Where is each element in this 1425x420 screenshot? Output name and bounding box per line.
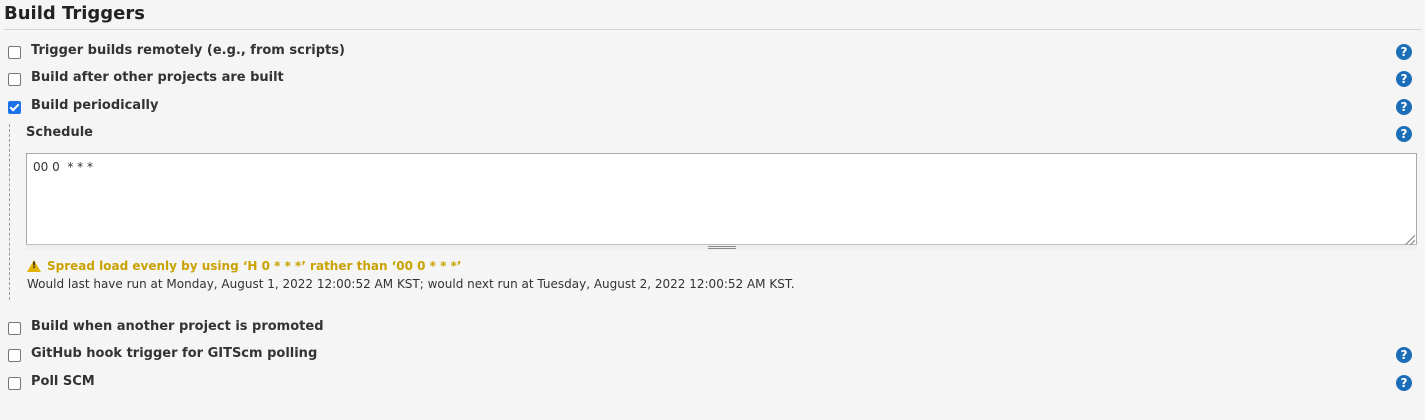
github-hook-label[interactable]: GitHub hook trigger for GITScm polling bbox=[31, 346, 317, 361]
trigger-remote-checkbox[interactable] bbox=[8, 46, 21, 59]
help-icon[interactable]: ? bbox=[1396, 347, 1412, 363]
poll-scm-row: Poll SCM bbox=[0, 372, 1425, 396]
help-icon[interactable]: ? bbox=[1396, 99, 1412, 115]
help-icon[interactable]: ? bbox=[1396, 71, 1412, 87]
help-icon[interactable]: ? bbox=[1396, 375, 1412, 391]
promoted-row: Build when another project is promoted bbox=[0, 317, 1425, 341]
trigger-remote-row: Trigger builds remotely (e.g., from scri… bbox=[0, 41, 1425, 65]
trigger-remote-label[interactable]: Trigger builds remotely (e.g., from scri… bbox=[31, 43, 345, 58]
nested-section-guide bbox=[9, 124, 11, 300]
build-periodically-row: Build periodically bbox=[0, 96, 1425, 120]
schedule-note: Would last have run at Monday, August 1,… bbox=[27, 277, 795, 291]
github-hook-checkbox[interactable] bbox=[8, 349, 21, 362]
build-periodically-checkbox[interactable] bbox=[8, 101, 21, 114]
grip-icon[interactable] bbox=[708, 246, 736, 249]
schedule-label: Schedule bbox=[26, 125, 93, 140]
build-after-row: Build after other projects are built bbox=[0, 68, 1425, 92]
resize-corner-icon[interactable] bbox=[1405, 235, 1415, 245]
section-divider bbox=[4, 29, 1421, 30]
section-title: Build Triggers bbox=[4, 3, 145, 24]
build-after-label[interactable]: Build after other projects are built bbox=[31, 70, 284, 85]
schedule-warning: Spread load evenly by using ‘H 0 * * *’ … bbox=[27, 258, 461, 273]
promoted-label[interactable]: Build when another project is promoted bbox=[31, 319, 324, 334]
github-hook-row: GitHub hook trigger for GITScm polling bbox=[0, 344, 1425, 368]
promoted-checkbox[interactable] bbox=[8, 322, 21, 335]
build-after-checkbox[interactable] bbox=[8, 73, 21, 86]
help-icon[interactable]: ? bbox=[1396, 126, 1412, 142]
help-icon[interactable]: ? bbox=[1396, 44, 1412, 60]
warning-icon bbox=[27, 260, 41, 272]
poll-scm-checkbox[interactable] bbox=[8, 377, 21, 390]
build-periodically-label[interactable]: Build periodically bbox=[31, 98, 158, 113]
schedule-warning-text: Spread load evenly by using ‘H 0 * * *’ … bbox=[47, 259, 462, 273]
schedule-textarea[interactable]: 00 0 * * * bbox=[26, 153, 1417, 248]
poll-scm-label[interactable]: Poll SCM bbox=[31, 374, 95, 389]
